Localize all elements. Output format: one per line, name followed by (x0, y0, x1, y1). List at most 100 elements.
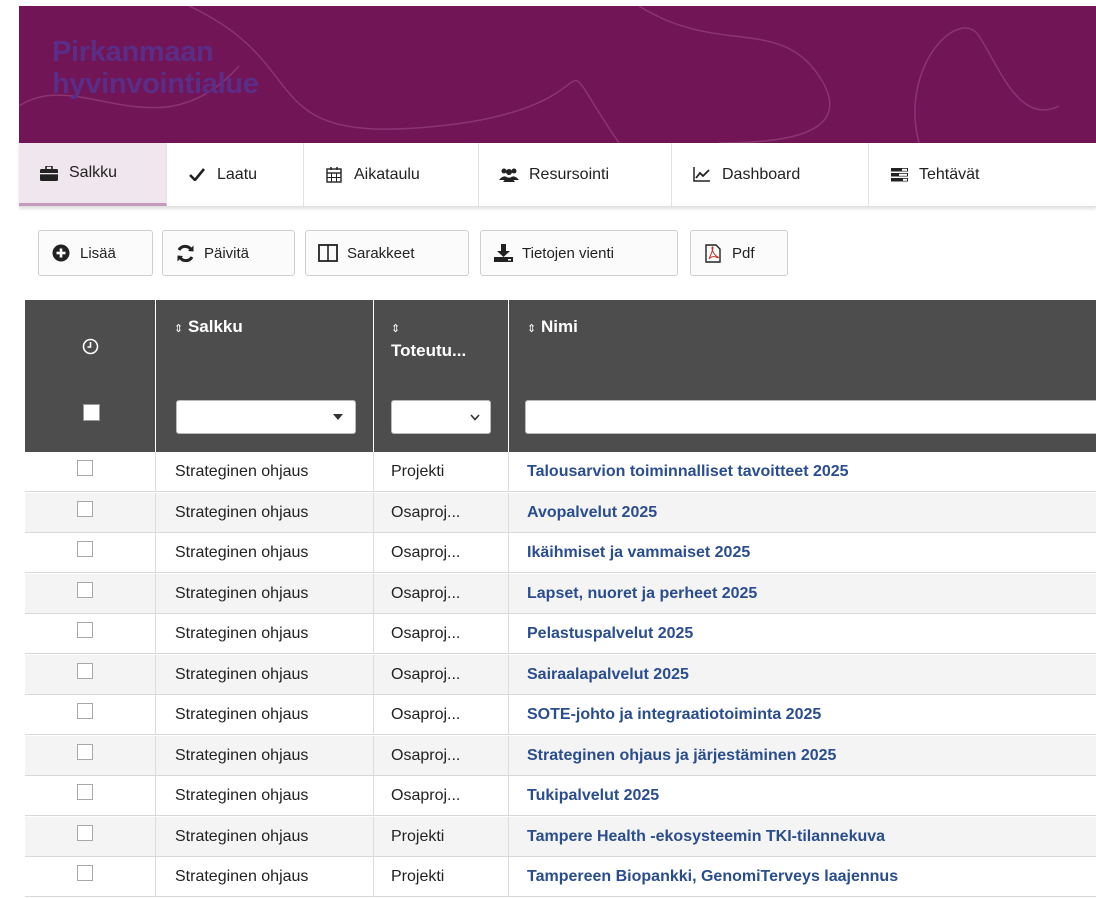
toteutus-cell: Osaproj... (374, 736, 509, 776)
table-header: ⇕ Salkku ⇕ Toteutu... ⇕ Nimi (25, 300, 1096, 452)
salkku-cell: Strateginen ohjaus (156, 736, 374, 776)
table-row[interactable]: Strateginen ohjaus Projekti Talousarvion t… (25, 452, 1096, 492)
columns-button[interactable]: Sarakkeet (305, 230, 469, 276)
nimi-link[interactable]: Tukipalvelut 2025 (509, 776, 1096, 816)
refresh-button-label: Päivitä (204, 244, 250, 262)
salkku-cell: Strateginen ohjaus (156, 776, 374, 816)
nimi-link[interactable]: Talousarvion toiminnalliset tavoitteet 2… (509, 452, 1096, 492)
table-row[interactable]: Strateginen ohjaus Osaproj... Sairaalapalv… (25, 655, 1096, 695)
org-logo[interactable]: Pirkanmaan hyvinvointialue (52, 36, 259, 100)
nimi-link[interactable]: Pelastuspalvelut 2025 (509, 614, 1096, 654)
plus-circle-icon (51, 243, 71, 263)
clock-icon[interactable] (82, 338, 99, 360)
table-row[interactable]: Strateginen ohjaus Osaproj... Avopalvelut … (25, 493, 1096, 533)
table-row[interactable]: Strateginen ohjaus Projekti Tampereen Biop… (25, 857, 1096, 897)
nimi-link[interactable]: SOTE-johto ja integraatiotoiminta 2025 (509, 695, 1096, 735)
tab-label: Dashboard (722, 165, 801, 183)
header-salkku-label: ⇕ Salkku (174, 316, 243, 340)
export-button-label: Tietojen vienti (522, 244, 614, 262)
salkku-cell: Strateginen ohjaus (156, 695, 374, 735)
tab-tehtavat[interactable]: Tehtävät (869, 143, 1039, 206)
org-name-line1: Pirkanmaan (52, 36, 214, 68)
salkku-cell: Strateginen ohjaus (156, 857, 374, 897)
briefcase-icon (39, 165, 59, 181)
table-row[interactable]: Strateginen ohjaus Osaproj... Ikäihmiset j… (25, 533, 1096, 573)
salkku-filter-select[interactable] (176, 400, 356, 434)
header-banner: Pirkanmaan hyvinvointialue (19, 6, 1096, 143)
row-checkbox[interactable] (77, 501, 93, 517)
table-row[interactable]: Strateginen ohjaus Osaproj... Lapset, nuor… (25, 574, 1096, 614)
row-checkbox[interactable] (77, 825, 93, 841)
tab-label: Laatu (217, 165, 258, 183)
column-title: Toteutu... (391, 341, 467, 360)
sort-icon: ⇕ (174, 323, 184, 335)
table-row[interactable]: Strateginen ohjaus Projekti Tampere Health… (25, 817, 1096, 857)
salkku-cell: Strateginen ohjaus (156, 655, 374, 695)
nimi-link[interactable]: Sairaalapalvelut 2025 (509, 655, 1096, 695)
add-button[interactable]: Lisää (38, 230, 153, 276)
pdf-button[interactable]: Pdf (690, 230, 788, 276)
header-salkku[interactable]: ⇕ Salkku (156, 300, 374, 452)
row-checkbox[interactable] (77, 744, 93, 760)
row-select-cell (25, 695, 156, 735)
select-all-checkbox[interactable] (83, 404, 100, 421)
row-checkbox[interactable] (77, 541, 93, 557)
header-select-column (25, 300, 156, 452)
tab-salkku[interactable]: Salkku (19, 143, 167, 206)
tab-label: Resursointi (529, 165, 610, 183)
pdf-file-icon (703, 243, 723, 263)
row-checkbox[interactable] (77, 784, 93, 800)
check-icon (187, 167, 207, 183)
row-checkbox[interactable] (77, 582, 93, 598)
pdf-button-label: Pdf (732, 244, 755, 262)
table-row[interactable]: Strateginen ohjaus Osaproj... Tukipalvelut… (25, 776, 1096, 816)
chevron-down-icon (470, 414, 480, 421)
column-title: Nimi (540, 317, 578, 336)
table-row[interactable]: Strateginen ohjaus Osaproj... Strateginen … (25, 736, 1096, 776)
header-toteutus-label: ⇕ Toteutu... (391, 316, 466, 362)
refresh-button[interactable]: Päivitä (162, 230, 295, 276)
salkku-cell: Strateginen ohjaus (156, 817, 374, 857)
nimi-link[interactable]: Lapset, nuoret ja perheet 2025 (509, 574, 1096, 614)
salkku-cell: Strateginen ohjaus (156, 574, 374, 614)
refresh-icon (175, 243, 195, 263)
row-checkbox[interactable] (77, 460, 93, 476)
tab-laatu[interactable]: Laatu (167, 143, 304, 206)
nimi-link[interactable]: Tampere Health -ekosysteemin TKI-tilanne… (509, 817, 1096, 857)
tab-aikataulu[interactable]: Aikataulu (304, 143, 479, 206)
export-button[interactable]: Tietojen vienti (480, 230, 678, 276)
tab-dashboard[interactable]: Dashboard (672, 143, 869, 206)
calendar-icon (324, 166, 344, 183)
nimi-filter-input[interactable] (525, 400, 1096, 434)
row-select-cell (25, 776, 156, 816)
toteutus-filter-select[interactable] (391, 400, 491, 434)
row-select-cell (25, 574, 156, 614)
toteutus-cell: Osaproj... (374, 655, 509, 695)
org-name-line2: hyvinvointialue (52, 68, 259, 100)
toteutus-cell: Osaproj... (374, 533, 509, 573)
nimi-link[interactable]: Ikäihmiset ja vammaiset 2025 (509, 533, 1096, 573)
row-select-cell (25, 817, 156, 857)
header-toteutus[interactable]: ⇕ Toteutu... (374, 300, 509, 452)
row-checkbox[interactable] (77, 703, 93, 719)
toteutus-cell: Osaproj... (374, 614, 509, 654)
row-select-cell (25, 533, 156, 573)
table-row[interactable]: Strateginen ohjaus Osaproj... SOTE-johto j… (25, 695, 1096, 735)
main-tabs: Salkku Laatu Aikataulu Resursointi Dashb… (19, 143, 1096, 207)
line-chart-icon (692, 167, 712, 183)
salkku-cell: Strateginen ohjaus (156, 452, 374, 492)
header-nimi[interactable]: ⇕ Nimi (509, 300, 1096, 452)
toteutus-cell: Osaproj... (374, 776, 509, 816)
add-button-label: Lisää (80, 244, 116, 262)
columns-button-label: Sarakkeet (347, 244, 415, 262)
row-checkbox[interactable] (77, 865, 93, 881)
nimi-link[interactable]: Avopalvelut 2025 (509, 493, 1096, 533)
nimi-link[interactable]: Strateginen ohjaus ja järjestäminen 2025 (509, 736, 1096, 776)
row-checkbox[interactable] (77, 622, 93, 638)
salkku-cell: Strateginen ohjaus (156, 533, 374, 573)
tab-resursointi[interactable]: Resursointi (479, 143, 672, 206)
table-row[interactable]: Strateginen ohjaus Osaproj... Pelastuspalv… (25, 614, 1096, 654)
row-checkbox[interactable] (77, 663, 93, 679)
nimi-link[interactable]: Tampereen Biopankki, GenomiTerveys laaje… (509, 857, 1096, 897)
columns-icon (318, 243, 338, 263)
